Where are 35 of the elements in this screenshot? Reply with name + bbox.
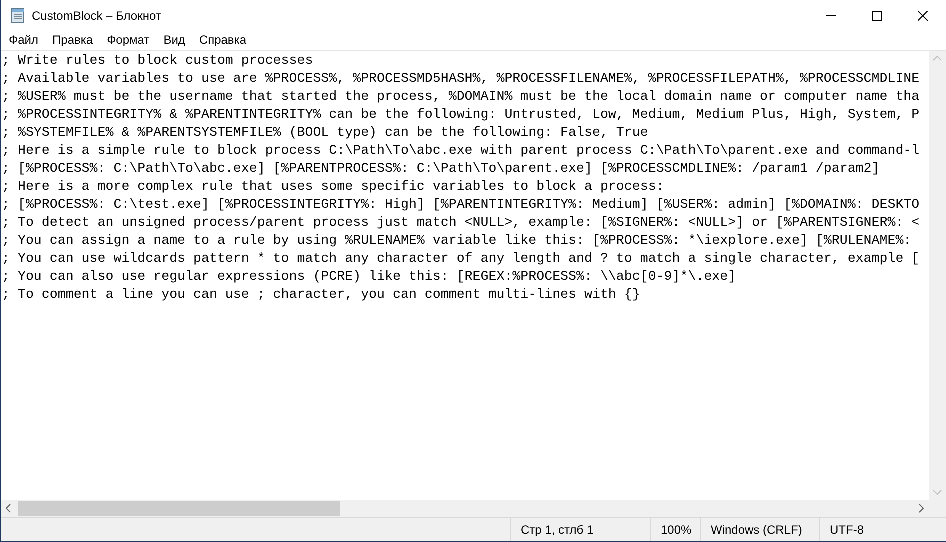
scroll-down-icon[interactable] <box>933 490 942 495</box>
text-line: ; You can also use regular expressions (PCRE) like this: [REGEX:%PROCESS%: \\abc[0-9]*\.exe] <box>2 268 736 286</box>
maximize-icon <box>872 10 882 20</box>
status-text: Стр 1, стлб 1 <box>521 522 594 538</box>
text-line: ; %PROCESSINTEGRITY% & %PARENTINTEGRITY% can be the following: Untrusted, Low, Medium, Medium Plus, High, System, P <box>2 106 920 124</box>
menu-item[interactable]: Файл <box>2 32 46 49</box>
menu-item[interactable]: Правка <box>46 32 100 49</box>
text-line: ; [%PROCESS%: C:\test.exe] [%PROCESSINTEGRITY%: High] [%PARENTINTEGRITY%: Medium] [%USER%: admin] [%DOMAIN%: DESKTO <box>2 196 920 214</box>
status-text: 100% <box>661 522 692 538</box>
minimize-icon <box>826 15 836 16</box>
window-title: CustomBlock – Блокнот <box>32 8 162 24</box>
text-line: ; You can assign a name to a rule by using %RULENAME% variable like this: [%PROCESS%: *\iexplore.exe] [%RULENAME%: <box>2 232 912 250</box>
scroll-right-icon[interactable] <box>919 504 924 513</box>
status-text: UTF-8 <box>830 522 864 538</box>
vertical-scrollbar[interactable] <box>929 51 946 500</box>
scroll-up-icon[interactable] <box>933 56 942 61</box>
text-line: ; Available variables to use are %PROCESS%, %PROCESSMD5HASH%, %PROCESSFILENAME%, %PROCESSFILEPATH%, %PROCESSCMDLINE <box>2 70 920 88</box>
text-line: ; [%PROCESS%: C:\Path\To\abc.exe] [%PARENTPROCESS%: C:\Path\To\parent.exe] [%PROCESSCMDLINE%: /param1 /param2] <box>2 160 880 178</box>
close-icon <box>918 10 928 20</box>
text-line: ; You can use wildcards pattern * to match any character of any length and ? to match a single character, example [ <box>2 250 920 268</box>
horizontal-scrollbar[interactable] <box>1 500 929 517</box>
text-line: ; Here is a more complex rule that uses some specific variables to block a process: <box>2 178 664 196</box>
menu-item[interactable]: Справка <box>192 32 254 49</box>
text-line: ; Write rules to block custom processes <box>2 52 314 70</box>
status-text: Windows (CRLF) <box>711 522 802 538</box>
text-line: ; To comment a line you can use ; character, you can comment multi-lines with {} <box>2 286 640 304</box>
text-line: ; %SYSTEMFILE% & %PARENTSYSTEMFILE% (BOOL type) can be the following: False, True <box>2 124 648 142</box>
menu-item[interactable]: Формат <box>100 32 157 49</box>
scrollbar-thumb[interactable] <box>18 501 340 516</box>
text-line: ; %USER% must be the username that started the process, %DOMAIN% must be the local domain name or computer name tha <box>2 88 920 106</box>
notepad-icon <box>10 8 26 24</box>
text-line: ; To detect an unsigned process/parent process just match <NULL>, example: [%SIGNER%: <NULL>] or [%PARENTSIGNER%: < <box>2 214 920 232</box>
text-line: ; Here is a simple rule to block process C:\Path\To\abc.exe with parent process C:\Path\To\parent.exe and command-l <box>2 142 920 160</box>
menu-item[interactable]: Вид <box>156 32 192 49</box>
scroll-left-icon[interactable] <box>6 504 11 513</box>
